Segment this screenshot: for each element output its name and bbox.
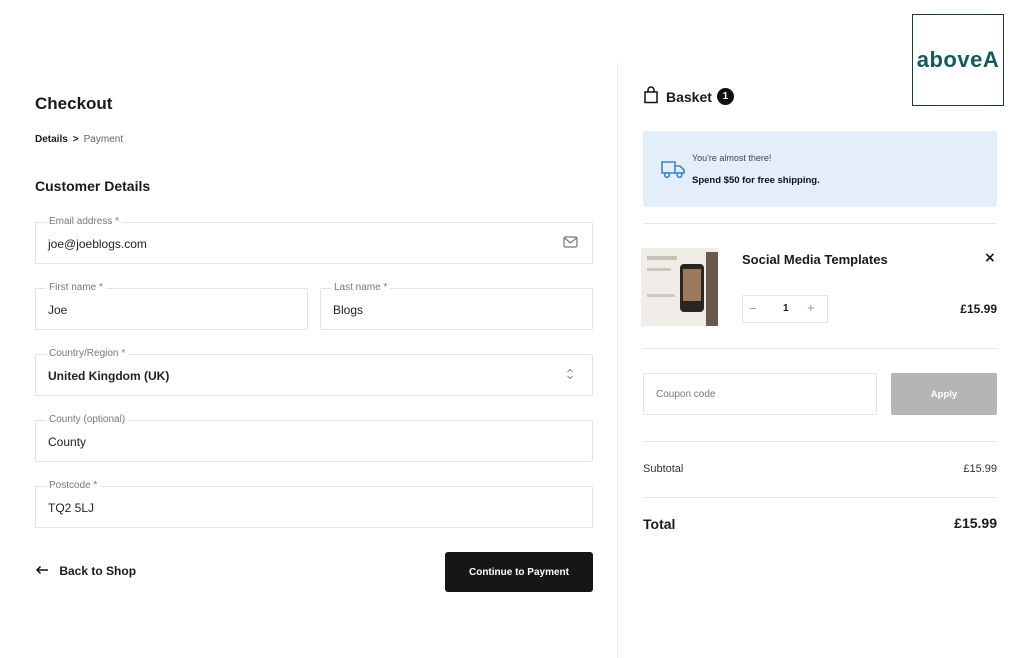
column-divider — [617, 62, 618, 658]
county-field[interactable]: County (optional) County — [35, 414, 593, 462]
breadcrumb-separator: > — [72, 134, 79, 145]
continue-to-payment-button[interactable]: Continue to Payment — [445, 552, 593, 592]
coupon-code-input[interactable] — [643, 373, 877, 415]
quantity-stepper[interactable]: − 1 + — [742, 295, 828, 323]
thumbnail-text-line — [647, 268, 671, 271]
email-value[interactable]: joe@joeblogs.com — [48, 237, 147, 251]
divider — [643, 497, 997, 498]
plus-icon[interactable]: + — [807, 300, 815, 315]
customer-details-heading: Customer Details — [35, 178, 151, 194]
subtotal-value: £15.99 — [963, 463, 997, 475]
first-name-label: First name * — [46, 282, 106, 293]
product-thumbnail[interactable] — [641, 248, 718, 326]
county-value[interactable]: County — [48, 435, 86, 449]
postcode-value[interactable]: TQ2 5LJ — [48, 501, 94, 515]
back-to-shop-link[interactable]: Back to Shop — [35, 564, 136, 578]
last-name-value[interactable]: Blogs — [333, 303, 363, 317]
shopping-bag-icon — [643, 86, 666, 107]
country-label: Country/Region * — [46, 348, 129, 359]
email-field[interactable]: Email address * joe@joeblogs.com — [35, 216, 593, 264]
subtotal-label: Subtotal — [643, 463, 684, 475]
remove-item-button[interactable]: × — [984, 250, 996, 266]
product-price: £15.99 — [960, 302, 997, 316]
brand-logo: aboveA — [912, 14, 1004, 106]
product-name[interactable]: Social Media Templates — [742, 252, 888, 267]
divider — [643, 223, 997, 224]
total-value: £15.99 — [954, 515, 997, 531]
notice-line-1: You're almost there! — [692, 153, 772, 163]
total-label: Total — [643, 516, 676, 532]
thumbnail-text-line — [647, 256, 677, 260]
basket-title: Basket — [666, 88, 712, 105]
postcode-field[interactable]: Postcode * TQ2 5LJ — [35, 480, 593, 528]
thumbnail-text-line — [647, 294, 675, 297]
delivery-truck-icon — [660, 159, 686, 184]
minus-icon[interactable]: − — [749, 301, 757, 316]
postcode-label: Postcode * — [46, 480, 101, 491]
thumbnail-side-image — [706, 252, 718, 326]
page-title: Checkout — [35, 94, 113, 113]
logo-text: aboveA — [916, 47, 1000, 72]
basket-count-badge: 1 — [716, 88, 734, 105]
envelope-icon — [563, 236, 578, 251]
quantity-value[interactable]: 1 — [783, 303, 789, 314]
last-name-label: Last name * — [331, 282, 391, 293]
basket-header: Basket 1 — [643, 86, 734, 107]
free-shipping-notice: You're almost there! Spend $50 for free … — [643, 131, 997, 207]
divider — [643, 441, 997, 442]
breadcrumb: Details > Payment — [35, 134, 123, 145]
first-name-value[interactable]: Joe — [48, 303, 67, 317]
country-select[interactable]: Country/Region * United Kingdom (UK) — [35, 348, 593, 396]
breadcrumb-details[interactable]: Details — [35, 134, 68, 145]
first-name-field[interactable]: First name * Joe — [35, 282, 308, 330]
country-value[interactable]: United Kingdom (UK) — [48, 369, 169, 383]
thumbnail-phone-screen — [683, 269, 701, 301]
apply-coupon-button[interactable]: Apply — [891, 373, 997, 415]
last-name-field[interactable]: Last name * Blogs — [320, 282, 593, 330]
arrow-left-icon — [35, 564, 52, 578]
notice-line-2: Spend $50 for free shipping. — [692, 175, 820, 186]
county-label: County (optional) — [46, 414, 129, 425]
divider — [643, 348, 997, 349]
email-label: Email address * — [46, 216, 123, 227]
back-to-shop-label: Back to Shop — [59, 564, 137, 578]
breadcrumb-payment[interactable]: Payment — [84, 134, 123, 145]
select-arrows-icon — [566, 367, 574, 384]
